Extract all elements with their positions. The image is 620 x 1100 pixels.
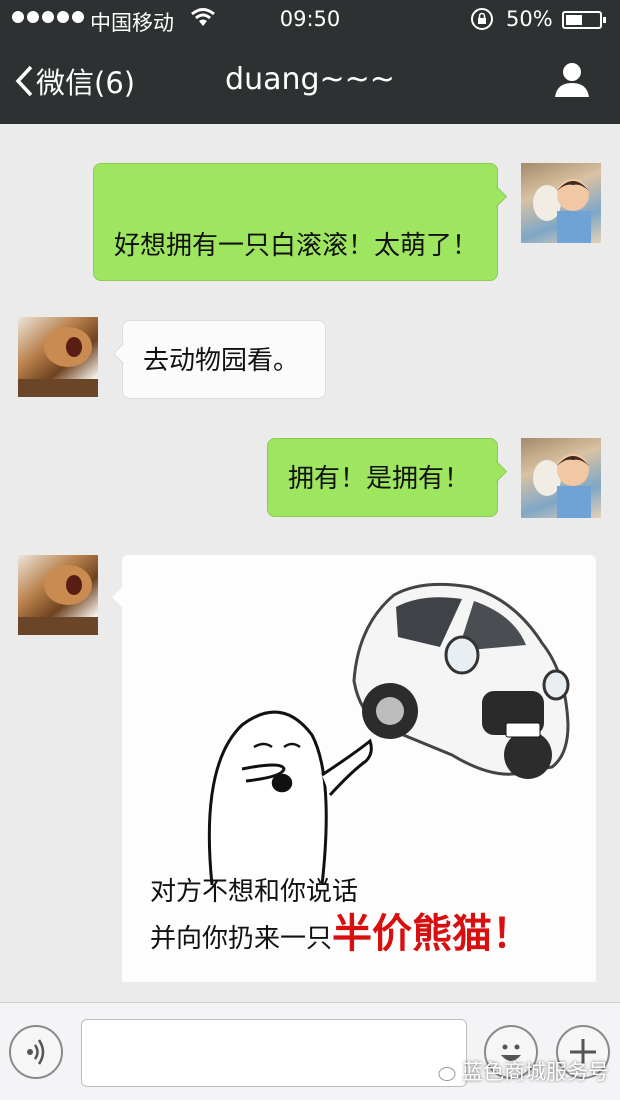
message-text: 好想拥有一只白滚滚！太萌了！ bbox=[114, 231, 479, 261]
watermark: 蓝色商城服务号 bbox=[428, 1056, 609, 1086]
caption-highlight: 半价熊猫！ bbox=[332, 910, 533, 957]
nav-bar: 微信(6) duang~~~ bbox=[0, 40, 620, 124]
voice-icon bbox=[27, 1039, 45, 1065]
car-illustration bbox=[352, 582, 570, 779]
avatar-photo bbox=[18, 565, 98, 635]
caption-line-2: 并向你扔来一只半价熊猫！ bbox=[150, 913, 532, 960]
meme-figure bbox=[207, 710, 373, 886]
message-input[interactable] bbox=[81, 1019, 467, 1087]
caption-line-1: 对方不想和你说话 bbox=[150, 877, 359, 907]
battery-percentage: 50% bbox=[506, 7, 553, 31]
battery-icon bbox=[562, 11, 606, 29]
wechat-logo-icon bbox=[429, 1061, 456, 1081]
meme-caption: 对方不想和你说话 并向你扔来一只半价熊猫！ bbox=[150, 871, 532, 960]
person-icon[interactable] bbox=[552, 60, 592, 100]
image-message[interactable]: 对方不想和你说话 并向你扔来一只半价熊猫！ bbox=[122, 555, 596, 982]
message-bubble-sent[interactable]: 好想拥有一只白滚滚！太萌了！ bbox=[93, 163, 508, 281]
message-text: 拥有！是拥有！ bbox=[288, 464, 471, 494]
rotation-lock-icon bbox=[471, 8, 493, 30]
message-bubble-received[interactable]: 去动物园看。 bbox=[112, 320, 326, 399]
message-text: 去动物园看。 bbox=[143, 346, 300, 376]
avatar[interactable] bbox=[521, 438, 601, 518]
avatar[interactable] bbox=[521, 163, 601, 243]
avatar-photo bbox=[18, 327, 98, 397]
voice-button[interactable] bbox=[9, 1025, 63, 1079]
status-bar: 中国移动 09:50 50% bbox=[0, 0, 620, 40]
chat-title: duang~~~ bbox=[225, 62, 395, 97]
avatar-photo bbox=[533, 179, 591, 243]
avatar[interactable] bbox=[18, 555, 98, 635]
chat-area[interactable]: 好想拥有一只白滚滚！太萌了！ 去动物园看。 拥有！是拥有！ 对方不想和你说话 并… bbox=[0, 124, 620, 982]
avatar[interactable] bbox=[18, 317, 98, 397]
message-bubble-sent[interactable]: 拥有！是拥有！ bbox=[267, 438, 508, 517]
caption-line-2-prefix: 并向你扔来一只 bbox=[150, 924, 333, 954]
watermark-text: 蓝色商城服务号 bbox=[462, 1060, 609, 1084]
avatar-photo bbox=[533, 454, 591, 518]
